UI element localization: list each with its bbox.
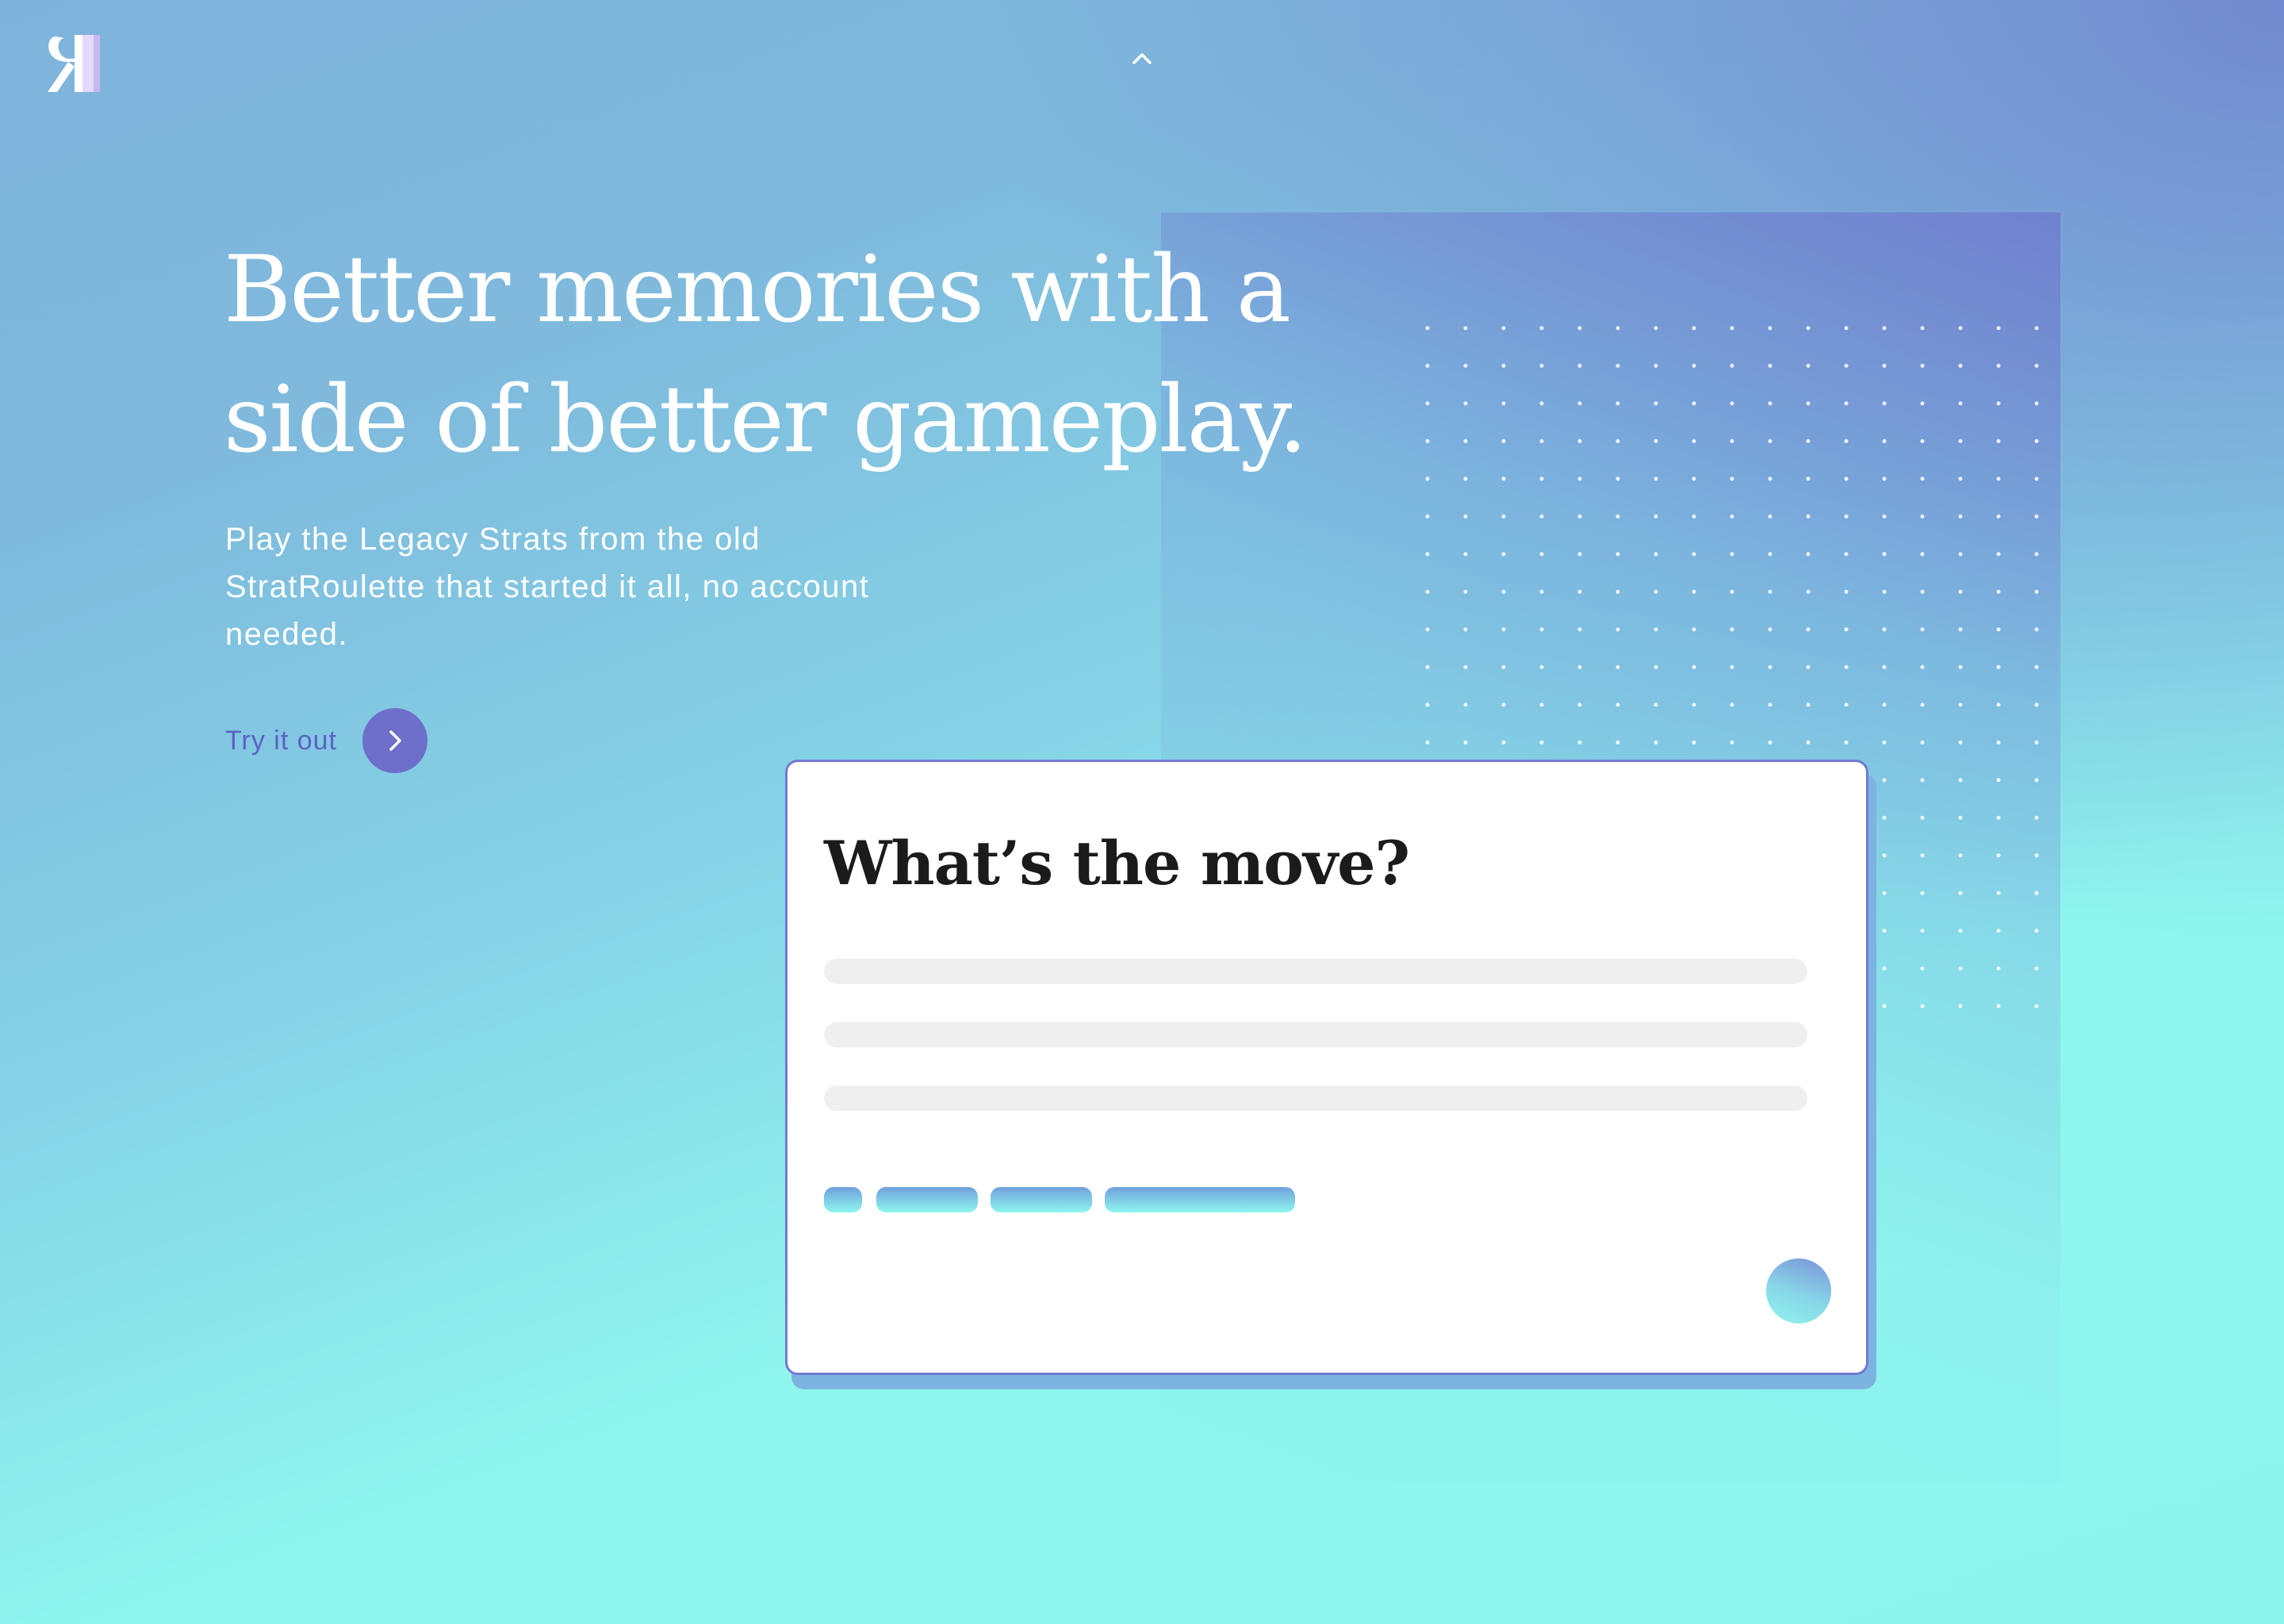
hero-title: Better memories with a side of better ga… bbox=[224, 236, 1308, 473]
sr-monogram-icon[interactable] bbox=[44, 30, 108, 97]
tag-pill bbox=[991, 1187, 1092, 1212]
chevron-up-icon[interactable] bbox=[1129, 46, 1155, 71]
preview-card: What’s the move? bbox=[785, 760, 1868, 1375]
placeholder-line bbox=[824, 1086, 1807, 1111]
gradient-circle-icon[interactable] bbox=[1766, 1258, 1831, 1323]
try-it-out-button[interactable]: Try it out bbox=[225, 707, 427, 774]
tag-pill bbox=[824, 1187, 862, 1212]
logo-mark bbox=[48, 35, 100, 92]
try-it-out-label: Try it out bbox=[225, 725, 337, 756]
card-title: What’s the move? bbox=[824, 828, 1410, 898]
placeholder-line bbox=[824, 959, 1807, 984]
hero-subtitle: Play the Legacy Strats from the old Stra… bbox=[225, 522, 870, 652]
tag-pill bbox=[876, 1187, 978, 1212]
chevron-right-glyph bbox=[389, 730, 401, 751]
tag-pill bbox=[1105, 1187, 1295, 1212]
placeholder-line bbox=[824, 1022, 1807, 1048]
chevron-up-glyph bbox=[1132, 53, 1152, 64]
chevron-right-icon[interactable] bbox=[362, 708, 427, 773]
